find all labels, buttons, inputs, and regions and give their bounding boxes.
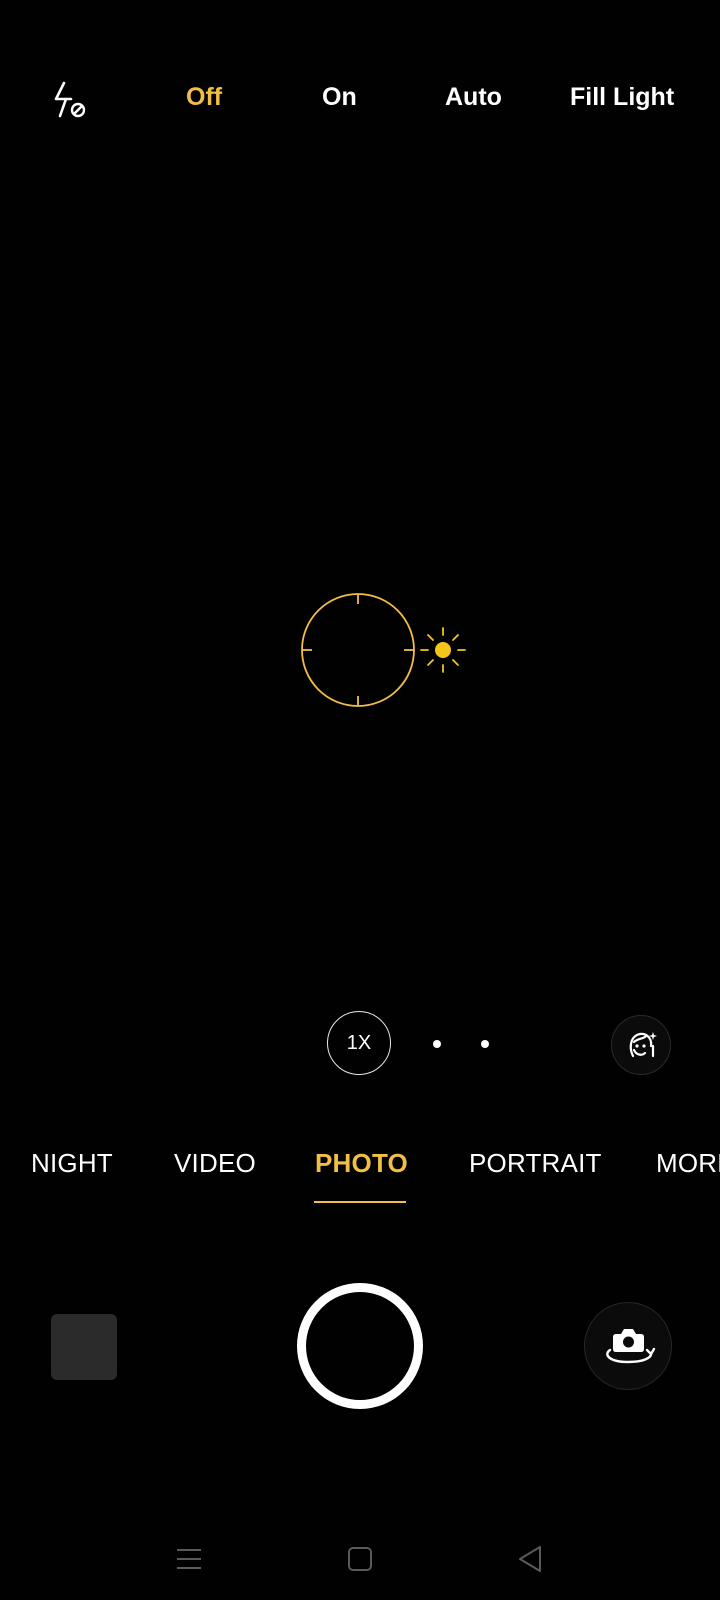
tab-video[interactable]: VIDEO: [174, 1148, 256, 1179]
face-beauty-icon: [629, 1032, 657, 1058]
tab-night[interactable]: NIGHT: [31, 1148, 113, 1179]
home-icon[interactable]: [343, 1542, 377, 1576]
sun-exposure-icon[interactable]: [420, 627, 466, 673]
zoom-1x-button[interactable]: 1X: [327, 1011, 391, 1075]
flash-option-on[interactable]: On: [322, 83, 357, 112]
back-icon[interactable]: [513, 1542, 547, 1576]
camera-screen: Off On Auto Fill Light 1X NIGHT VIDEO PH…: [0, 0, 720, 1600]
shutter-button[interactable]: [297, 1283, 423, 1409]
menu-icon[interactable]: [172, 1542, 206, 1576]
tab-more[interactable]: MORE: [656, 1148, 720, 1179]
flash-mode-bar: Off On Auto Fill Light: [0, 70, 720, 126]
active-tab-indicator: [314, 1201, 406, 1203]
zoom-level-label: 1X: [346, 1031, 372, 1054]
switch-camera-button[interactable]: [584, 1302, 672, 1390]
switch-camera-icon: [606, 1329, 656, 1364]
flash-off-icon[interactable]: [50, 80, 90, 120]
zoom-option-dot[interactable]: [433, 1040, 441, 1048]
focus-ring-icon: [301, 593, 415, 707]
tab-photo[interactable]: PHOTO: [315, 1148, 408, 1179]
camera-mode-tabs: NIGHT VIDEO PHOTO PORTRAIT MORE: [0, 1148, 720, 1208]
tab-portrait[interactable]: PORTRAIT: [469, 1148, 602, 1179]
flash-option-off[interactable]: Off: [186, 83, 222, 112]
beauty-mode-button[interactable]: [611, 1015, 671, 1075]
zoom-option-dot[interactable]: [481, 1040, 489, 1048]
system-nav-bar: [0, 1528, 720, 1588]
flash-option-fill-light[interactable]: Fill Light: [570, 83, 674, 112]
flash-option-auto[interactable]: Auto: [445, 83, 502, 112]
focus-area[interactable]: [298, 588, 478, 708]
gallery-thumbnail[interactable]: [51, 1314, 117, 1380]
